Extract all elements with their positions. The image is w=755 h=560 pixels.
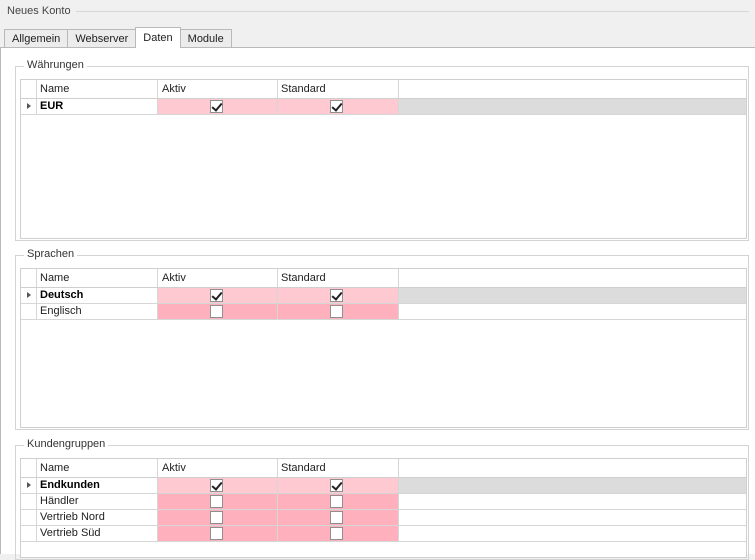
row-filler	[399, 478, 746, 493]
current-row-arrow-icon	[27, 103, 31, 109]
group-legend-sprachen: Sprachen	[24, 248, 78, 260]
aktiv-checkbox[interactable]	[210, 100, 223, 113]
row-indicator	[21, 526, 37, 541]
standard-checkbox[interactable]	[330, 289, 343, 302]
cell-standard[interactable]	[278, 510, 399, 525]
grid-waehrungen[interactable]: Name Aktiv Standard EUR	[20, 79, 747, 239]
aktiv-checkbox[interactable]	[210, 305, 223, 318]
standard-checkbox[interactable]	[330, 495, 343, 508]
cell-standard[interactable]	[278, 99, 399, 114]
column-header-name[interactable]: Name	[37, 459, 158, 477]
cell-name[interactable]: Vertrieb Nord	[37, 510, 158, 525]
row-filler	[399, 494, 746, 509]
cell-standard[interactable]	[278, 288, 399, 303]
tab-daten[interactable]: Daten	[135, 27, 181, 48]
standard-checkbox[interactable]	[330, 479, 343, 492]
table-row[interactable]: Englisch	[21, 304, 746, 320]
header-indicator	[21, 80, 37, 98]
row-indicator	[21, 304, 37, 319]
tab-strip: Allgemein Webserver Daten Module	[4, 27, 232, 48]
cell-name[interactable]: Deutsch	[37, 288, 158, 303]
tab-module[interactable]: Module	[179, 29, 232, 48]
table-row[interactable]: Deutsch	[21, 288, 746, 304]
column-header-aktiv[interactable]: Aktiv	[158, 459, 278, 477]
grid-header: Name Aktiv Standard	[21, 459, 746, 478]
column-header-standard[interactable]: Standard	[278, 459, 399, 477]
grid-header: Name Aktiv Standard	[21, 80, 746, 99]
column-header-aktiv[interactable]: Aktiv	[158, 269, 278, 287]
row-filler	[399, 526, 746, 541]
table-row[interactable]: EUR	[21, 99, 746, 115]
window-title: Neues Konto	[7, 5, 71, 17]
standard-checkbox[interactable]	[330, 305, 343, 318]
standard-checkbox[interactable]	[330, 527, 343, 540]
standard-checkbox[interactable]	[330, 100, 343, 113]
title-separator	[76, 11, 749, 12]
cell-standard[interactable]	[278, 526, 399, 541]
row-filler	[399, 288, 746, 303]
column-header-aktiv[interactable]: Aktiv	[158, 80, 278, 98]
table-row[interactable]: Vertrieb Nord	[21, 510, 746, 526]
group-sprachen: Sprachen Name Aktiv Standard Deutsch Eng…	[15, 248, 749, 430]
current-row-arrow-icon	[27, 482, 31, 488]
cell-aktiv[interactable]	[158, 99, 278, 114]
row-indicator	[21, 494, 37, 509]
cell-name[interactable]: Händler	[37, 494, 158, 509]
row-filler	[399, 510, 746, 525]
aktiv-checkbox[interactable]	[210, 511, 223, 524]
group-waehrungen: Währungen Name Aktiv Standard EUR	[15, 59, 749, 241]
grid-sprachen[interactable]: Name Aktiv Standard Deutsch Englisch	[20, 268, 747, 428]
column-header-standard[interactable]: Standard	[278, 269, 399, 287]
cell-standard[interactable]	[278, 478, 399, 493]
window-title-bar: Neues Konto	[0, 0, 755, 22]
table-row[interactable]: Vertrieb Süd	[21, 526, 746, 542]
aktiv-checkbox[interactable]	[210, 527, 223, 540]
cell-aktiv[interactable]	[158, 510, 278, 525]
column-header-standard[interactable]: Standard	[278, 80, 399, 98]
row-indicator	[21, 99, 37, 114]
cell-standard[interactable]	[278, 304, 399, 319]
tab-allgemein[interactable]: Allgemein	[4, 29, 69, 48]
row-indicator	[21, 510, 37, 525]
cell-aktiv[interactable]	[158, 526, 278, 541]
header-filler	[399, 459, 746, 477]
column-header-name[interactable]: Name	[37, 269, 158, 287]
group-legend-waehrungen: Währungen	[24, 59, 87, 71]
cell-name[interactable]: Englisch	[37, 304, 158, 319]
header-filler	[399, 80, 746, 98]
table-row[interactable]: Endkunden	[21, 478, 746, 494]
cell-name[interactable]: Vertrieb Süd	[37, 526, 158, 541]
cell-name[interactable]: Endkunden	[37, 478, 158, 493]
grid-header: Name Aktiv Standard	[21, 269, 746, 288]
row-filler	[399, 304, 746, 319]
row-indicator	[21, 478, 37, 493]
aktiv-checkbox[interactable]	[210, 495, 223, 508]
row-filler	[399, 99, 746, 114]
current-row-arrow-icon	[27, 292, 31, 298]
cell-name[interactable]: EUR	[37, 99, 158, 114]
header-indicator	[21, 269, 37, 287]
tab-webserver[interactable]: Webserver	[67, 29, 137, 48]
cell-standard[interactable]	[278, 494, 399, 509]
table-row[interactable]: Händler	[21, 494, 746, 510]
group-kundengruppen: Kundengruppen Name Aktiv Standard Endkun…	[15, 438, 749, 560]
cell-aktiv[interactable]	[158, 478, 278, 493]
cell-aktiv[interactable]	[158, 494, 278, 509]
aktiv-checkbox[interactable]	[210, 479, 223, 492]
cell-aktiv[interactable]	[158, 304, 278, 319]
tab-panel-daten: Währungen Name Aktiv Standard EUR Sprach…	[0, 47, 755, 560]
aktiv-checkbox[interactable]	[210, 289, 223, 302]
header-filler	[399, 269, 746, 287]
header-indicator	[21, 459, 37, 477]
column-header-name[interactable]: Name	[37, 80, 158, 98]
row-indicator	[21, 288, 37, 303]
grid-kundengruppen[interactable]: Name Aktiv Standard Endkunden Händler Ve…	[20, 458, 747, 558]
standard-checkbox[interactable]	[330, 511, 343, 524]
cell-aktiv[interactable]	[158, 288, 278, 303]
group-legend-kundengruppen: Kundengruppen	[24, 438, 109, 450]
